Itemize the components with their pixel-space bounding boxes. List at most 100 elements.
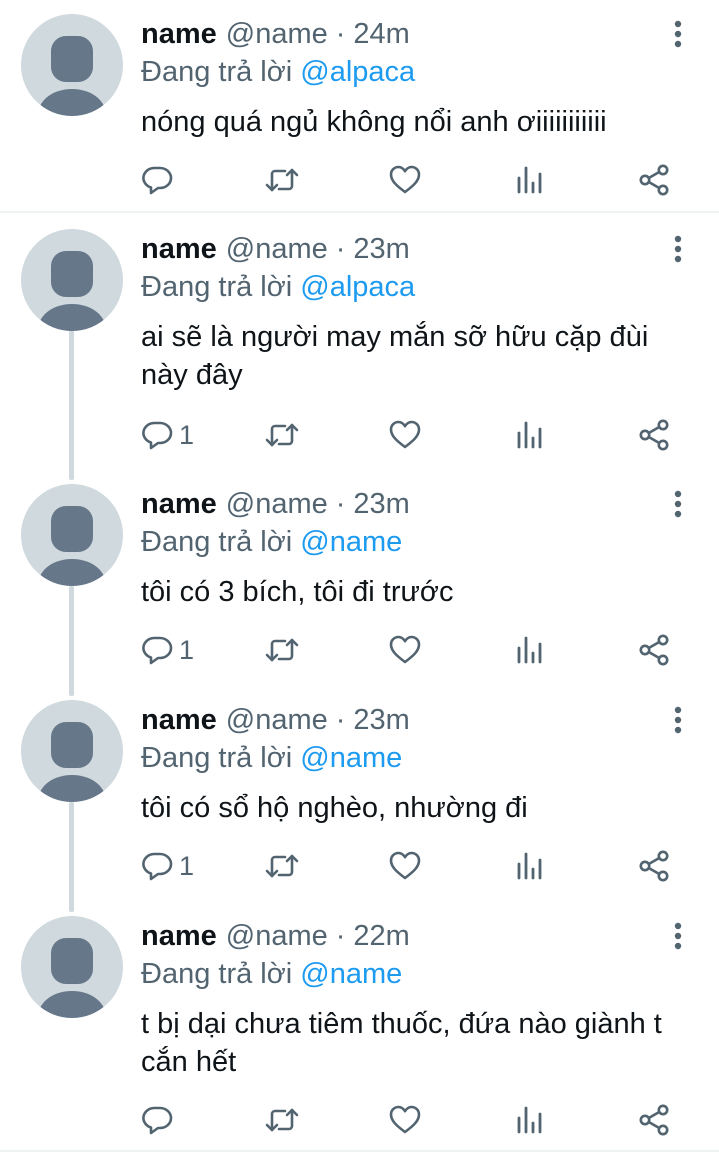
share-button[interactable] [637, 630, 671, 670]
views-button[interactable] [514, 160, 544, 200]
like-button[interactable] [388, 630, 422, 670]
avatar[interactable] [21, 700, 123, 802]
timestamp[interactable]: 23m [353, 702, 409, 738]
share-icon [639, 850, 669, 882]
share-icon [639, 634, 669, 666]
retweet-button[interactable] [264, 415, 300, 455]
heart-icon [389, 1105, 421, 1134]
tweet-header: name @name · 23m [141, 486, 410, 522]
tweet-actions: 1 [0, 415, 719, 455]
views-button[interactable] [514, 415, 544, 455]
tweet-divider [0, 211, 719, 213]
like-button[interactable] [388, 415, 422, 455]
replying-to: Đang trả lời @name [141, 524, 402, 560]
reply-icon [142, 166, 173, 195]
like-button[interactable] [388, 160, 422, 200]
tweet-header: name @name · 23m [141, 702, 410, 738]
retweet-button[interactable] [264, 630, 300, 670]
heart-icon [389, 635, 421, 664]
more-options-button[interactable] [660, 484, 696, 524]
more-options-button[interactable] [660, 700, 696, 740]
reply-mention-link[interactable]: @name [300, 526, 402, 558]
more-options-button[interactable] [660, 14, 696, 54]
share-button[interactable] [637, 415, 671, 455]
like-button[interactable] [388, 1100, 422, 1140]
share-button[interactable] [637, 160, 671, 200]
tweet-text: tôi có 3 bích, tôi đi trước [141, 576, 454, 608]
avatar[interactable] [21, 916, 123, 1018]
share-icon [639, 1104, 669, 1136]
reply-button[interactable]: 1 [141, 415, 194, 455]
share-button[interactable] [637, 846, 671, 886]
tweet-actions [0, 160, 719, 200]
share-button[interactable] [637, 1100, 671, 1140]
display-name[interactable]: name [141, 486, 217, 522]
display-name[interactable]: name [141, 918, 217, 954]
user-handle[interactable]: @name [226, 918, 328, 954]
reply-icon [142, 852, 173, 881]
user-handle[interactable]: @name [226, 16, 328, 52]
replying-to-label: Đang trả lời [141, 271, 293, 303]
tweet-text: nóng quá ngủ không nổi anh ơiiiiiiiiiii [141, 106, 607, 138]
tweet-text: tôi có sổ hộ nghèo, nhường đi [141, 792, 528, 824]
replying-to-label: Đang trả lời [141, 958, 293, 990]
reply-mention-link[interactable]: @alpaca [300, 271, 415, 303]
reply-thread: name @name · 24m Đang trả lời @alpaca nó… [0, 0, 719, 1153]
timestamp[interactable]: 22m [353, 918, 409, 954]
reply-mention-link[interactable]: @name [300, 958, 402, 990]
tweet-header: name @name · 24m [141, 16, 410, 52]
replying-to-label: Đang trả lời [141, 526, 293, 558]
user-handle[interactable]: @name [226, 486, 328, 522]
reply-button[interactable] [141, 160, 179, 200]
heart-icon [389, 420, 421, 449]
views-button[interactable] [514, 846, 544, 886]
reply-count: 1 [179, 851, 195, 881]
tweet-actions [0, 1100, 719, 1140]
retweet-button[interactable] [264, 1100, 300, 1140]
views-icon [517, 852, 542, 880]
avatar[interactable] [21, 14, 123, 116]
retweet-icon [265, 423, 299, 447]
views-button[interactable] [514, 1100, 544, 1140]
replying-to: Đang trả lời @alpaca [141, 54, 415, 90]
views-button[interactable] [514, 630, 544, 670]
views-icon [517, 166, 542, 194]
views-icon [517, 636, 542, 664]
user-handle[interactable]: @name [226, 231, 328, 267]
separator-dot: · [335, 920, 346, 952]
user-handle[interactable]: @name [226, 702, 328, 738]
more-options-button[interactable] [660, 229, 696, 269]
reply-count: 1 [179, 635, 195, 665]
more-options-button[interactable] [660, 916, 696, 956]
like-button[interactable] [388, 846, 422, 886]
timestamp[interactable]: 23m [353, 486, 409, 522]
replying-to-label: Đang trả lời [141, 742, 293, 774]
replying-to: Đang trả lời @alpaca [141, 269, 415, 305]
separator-dot: · [335, 18, 346, 50]
reply-button[interactable]: 1 [141, 630, 194, 670]
share-icon [639, 419, 669, 451]
reply-mention-link[interactable]: @alpaca [300, 56, 415, 88]
avatar[interactable] [21, 484, 123, 586]
replying-to: Đang trả lời @name [141, 956, 402, 992]
replying-to: Đang trả lời @name [141, 740, 402, 776]
more-vertical-icon [674, 706, 682, 734]
retweet-button[interactable] [264, 846, 300, 886]
tweet-actions: 1 [0, 846, 719, 886]
timestamp[interactable]: 23m [353, 231, 409, 267]
timestamp[interactable]: 24m [353, 16, 409, 52]
retweet-button[interactable] [264, 160, 300, 200]
reply-icon [142, 1106, 173, 1135]
views-icon [517, 1106, 542, 1134]
reply-button[interactable]: 1 [141, 846, 194, 886]
heart-icon [389, 165, 421, 194]
reply-mention-link[interactable]: @name [300, 742, 402, 774]
reply-button[interactable] [141, 1100, 179, 1140]
display-name[interactable]: name [141, 702, 217, 738]
display-name[interactable]: name [141, 16, 217, 52]
display-name[interactable]: name [141, 231, 217, 267]
reply-count: 1 [179, 420, 195, 450]
tweet-text: ai sẽ là người may mắn sỡ hữu cặp đùi nà… [141, 321, 649, 391]
avatar[interactable] [21, 229, 123, 331]
tweet-header: name @name · 22m [141, 918, 410, 954]
